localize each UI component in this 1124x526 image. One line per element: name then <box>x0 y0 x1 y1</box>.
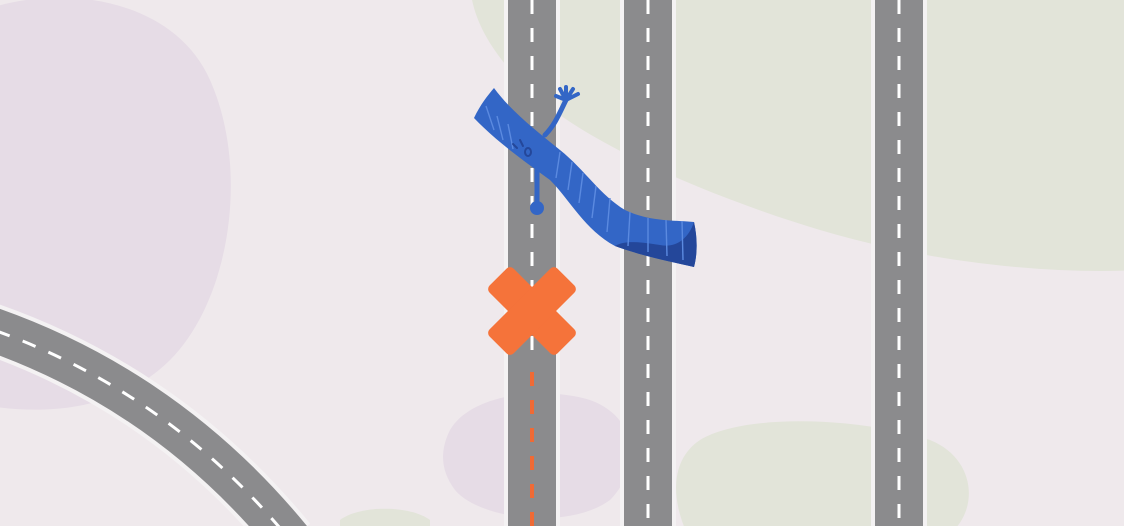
road-2 <box>620 0 676 526</box>
blob-green-small <box>340 508 430 526</box>
blob-green-top-right <box>472 0 1124 271</box>
illustration-canvas <box>0 0 1124 526</box>
road-3 <box>871 0 927 526</box>
ribbon-foot <box>530 201 544 215</box>
road-scene <box>0 0 1124 526</box>
road-1 <box>504 0 560 526</box>
